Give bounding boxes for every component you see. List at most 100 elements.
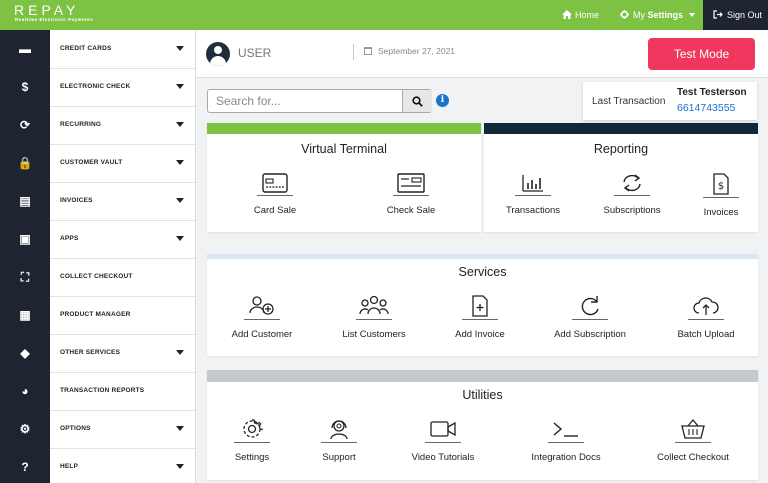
sidebar-item-electronic-check[interactable]: $ ELECTRONIC CHECK <box>0 68 196 106</box>
svg-text:$: $ <box>718 181 724 192</box>
search-icon <box>412 95 423 107</box>
lock-icon: 🔒 <box>17 156 33 170</box>
caret-down-icon[interactable] <box>176 122 184 127</box>
settings-gear-icon <box>243 419 263 438</box>
page-header: USER September 27, 2021 Test Mode <box>196 30 768 78</box>
basket-icon <box>681 418 705 439</box>
utilities-bar <box>207 370 758 382</box>
caret-down-icon[interactable] <box>176 160 184 165</box>
reporting-bar <box>484 123 758 134</box>
sidebar-item-label: PRODUCT MANAGER <box>60 311 131 318</box>
dollar-icon: $ <box>21 80 29 94</box>
sidebar-item-label: ELECTRONIC CHECK <box>60 83 131 90</box>
add-customer-label: Add Customer <box>231 329 293 340</box>
basket-icon: ⛶ <box>20 269 30 284</box>
caret-down-icon[interactable] <box>176 350 184 355</box>
caret-down-icon[interactable] <box>176 198 184 203</box>
video-tutorials-label: Video Tutorials <box>411 452 475 463</box>
caret-down-icon[interactable] <box>176 464 184 469</box>
integration-docs-action[interactable]: Integration Docs <box>521 418 611 463</box>
support-action[interactable]: Support <box>304 418 374 463</box>
add-customer-action[interactable]: Add Customer <box>227 295 297 340</box>
user-label: USER <box>238 46 272 60</box>
sidebar-divider <box>50 106 196 107</box>
list-customers-icon <box>359 295 389 315</box>
sidebar-item-label: HELP <box>60 463 79 470</box>
card-sale-label: Card Sale <box>253 205 297 216</box>
collect-checkout-label: Collect Checkout <box>657 452 729 463</box>
question-icon: ? <box>21 460 29 474</box>
last-transaction-panel: Last Transaction Test Testerson 66147435… <box>583 82 757 120</box>
sidebar-divider <box>50 296 196 297</box>
sync-icon <box>623 174 641 192</box>
nav-home[interactable]: Home <box>562 0 599 30</box>
recurring-icon: ⟳ <box>19 118 31 132</box>
check-sale-action[interactable]: Check Sale <box>381 173 441 216</box>
batch-upload-label: Batch Upload <box>677 329 735 340</box>
list-customers-action[interactable]: List Customers <box>338 295 410 340</box>
terminal-icon <box>553 422 578 437</box>
last-transaction-label: Last Transaction <box>592 96 666 107</box>
sidebar-item-collect-checkout[interactable]: ⛶ COLLECT CHECKOUT <box>0 258 196 296</box>
subscriptions-action[interactable]: Subscriptions <box>601 173 663 216</box>
sidebar-divider <box>50 258 196 259</box>
settings-label: Settings <box>234 452 270 463</box>
sidebar-item-other-services[interactable]: ◆ OTHER SERVICES <box>0 334 196 372</box>
virtual-terminal-title: Virtual Terminal <box>301 142 387 156</box>
search-box <box>207 89 432 113</box>
caret-down-icon[interactable] <box>176 236 184 241</box>
sign-out-label: Sign Out <box>727 10 763 20</box>
calendar-icon <box>364 47 372 55</box>
card-sale-action[interactable]: Card Sale <box>245 173 305 216</box>
add-invoice-action[interactable]: Add Invoice <box>445 295 515 340</box>
video-tutorials-action[interactable]: Video Tutorials <box>403 418 483 463</box>
sidebar-item-credit-cards[interactable]: ▬ CREDIT CARDS <box>0 30 196 68</box>
sidebar-item-label: CUSTOMER VAULT <box>60 159 123 166</box>
sidebar-item-label: APPS <box>60 235 79 242</box>
info-icon[interactable]: i <box>436 94 449 107</box>
sidebar-item-help[interactable]: ? HELP <box>0 448 196 483</box>
sidebar-divider <box>50 144 196 145</box>
test-mode-button[interactable]: Test Mode <box>648 38 755 70</box>
credit-card-icon: ▬ <box>19 42 31 56</box>
reporting-invoices-label: Invoices <box>703 207 739 218</box>
subscriptions-label: Subscriptions <box>603 205 661 216</box>
sidebar-item-apps[interactable]: ▣ APPS <box>0 220 196 258</box>
sidebar-divider <box>50 410 196 411</box>
sidebar-divider <box>50 182 196 183</box>
add-subscription-action[interactable]: Add Subscription <box>550 295 630 340</box>
sign-out-button[interactable]: Sign Out <box>703 0 768 30</box>
cloud-upload-icon <box>693 297 719 315</box>
settings-action[interactable]: Settings <box>217 418 287 463</box>
sidebar-divider <box>50 372 196 373</box>
search-input[interactable] <box>208 90 400 112</box>
last-transaction-phone[interactable]: 6614743555 <box>677 102 735 114</box>
nav-my-settings[interactable]: My Settings <box>620 0 695 30</box>
sidebar-item-customer-vault[interactable]: 🔒 CUSTOMER VAULT <box>0 144 196 182</box>
services-card: Services Add Customer List Customers Add… <box>207 254 758 356</box>
virtual-terminal-card: Virtual Terminal Card Sale Check Sale <box>207 123 481 232</box>
card-sale-icon <box>262 173 288 193</box>
sidebar-item-product-manager[interactable]: ▦ PRODUCT MANAGER <box>0 296 196 334</box>
caret-down-icon[interactable] <box>176 426 184 431</box>
services-title: Services <box>458 265 507 279</box>
batch-upload-action[interactable]: Batch Upload <box>671 295 741 340</box>
brand-logo[interactable]: REPAY Realtime Electronic Payments <box>14 3 93 23</box>
reporting-invoices-action[interactable]: $ Invoices <box>690 173 752 218</box>
sidebar-item-options[interactable]: ⚙ OPTIONS <box>0 410 196 448</box>
caret-down-icon[interactable] <box>176 46 184 51</box>
home-icon <box>562 10 572 19</box>
support-label: Support <box>322 452 356 463</box>
transactions-action[interactable]: Transactions <box>502 173 564 216</box>
header-divider <box>353 44 354 60</box>
search-button[interactable] <box>402 90 432 112</box>
sidebar-divider <box>50 68 196 69</box>
sidebar-item-invoices[interactable]: ▤ INVOICES <box>0 182 196 220</box>
sidebar-item-transaction-reports[interactable]: ◕ TRANSACTION REPORTS <box>0 372 196 410</box>
sidebar-item-label: RECURRING <box>60 121 102 128</box>
caret-down-icon[interactable] <box>176 84 184 89</box>
collect-checkout-action[interactable]: Collect Checkout <box>648 418 738 463</box>
invoice-dollar-icon: $ <box>713 173 729 195</box>
integration-docs-label: Integration Docs <box>531 452 601 463</box>
sidebar-item-recurring[interactable]: ⟳ RECURRING <box>0 106 196 144</box>
